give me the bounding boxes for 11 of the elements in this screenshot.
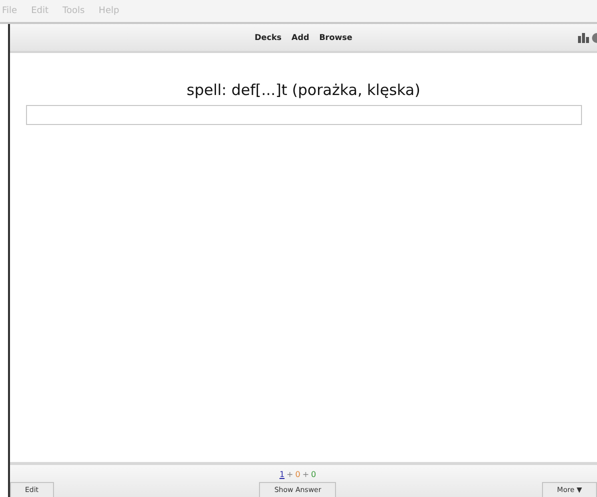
- card-count: +: [286, 470, 294, 479]
- card-count: 0: [311, 470, 316, 479]
- card-count: 0: [295, 470, 300, 479]
- question-text: spell: def[...]t (porażka, klęska): [186, 81, 420, 99]
- bar-chart-icon[interactable]: [578, 33, 589, 43]
- card-count: 1: [279, 470, 285, 479]
- toolbar-link[interactable]: Add: [292, 33, 310, 42]
- toolbar-link[interactable]: Decks: [254, 33, 282, 42]
- answer-field[interactable]: [26, 105, 582, 125]
- toolbar-link[interactable]: Browse: [319, 33, 352, 42]
- card-count: +: [302, 470, 310, 479]
